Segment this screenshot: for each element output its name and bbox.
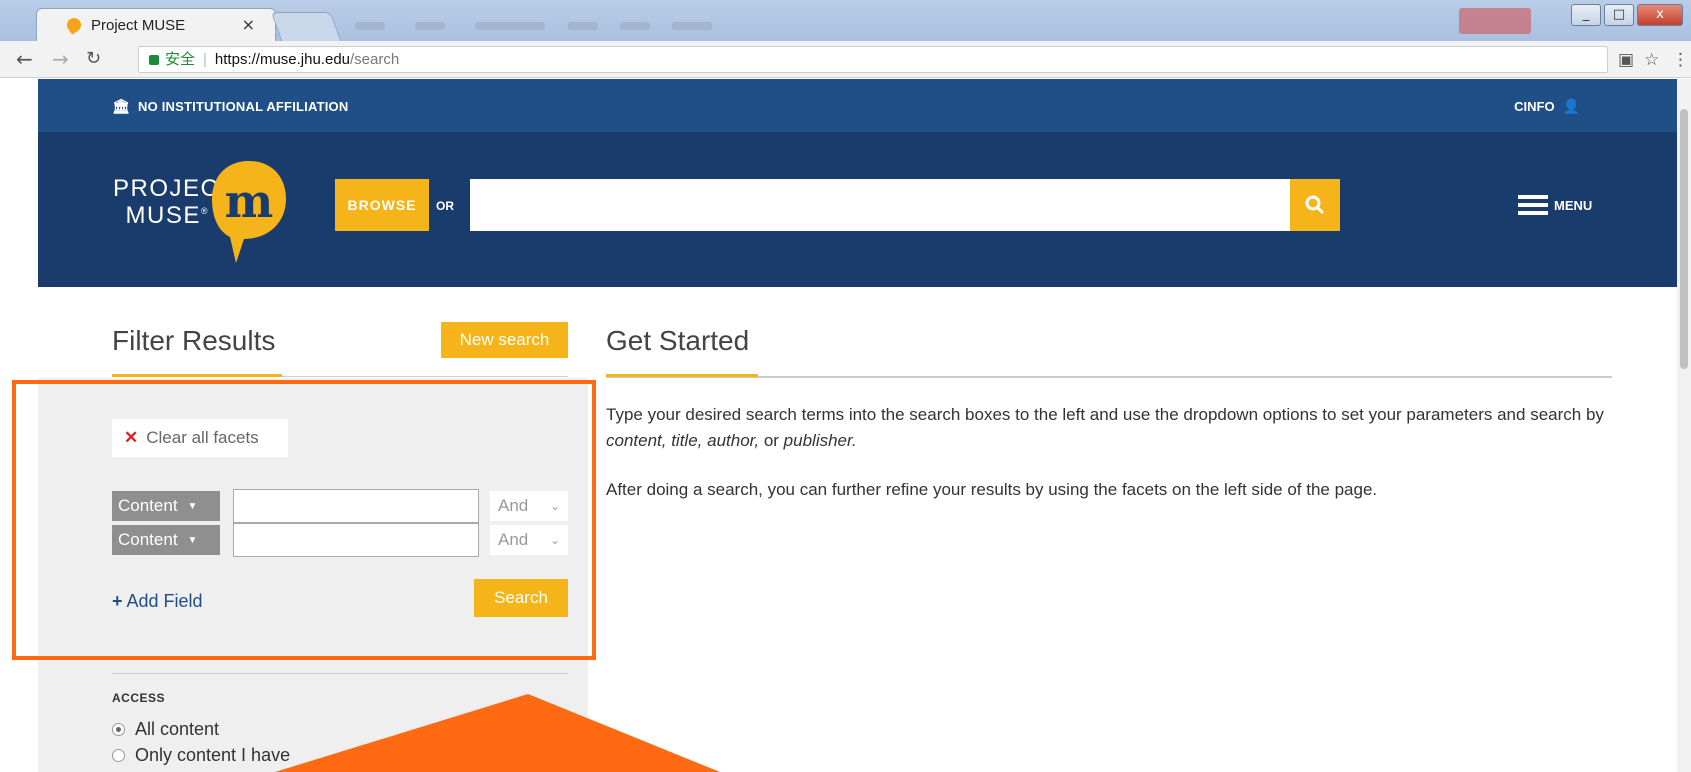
blurred-bookmark: [568, 22, 598, 30]
url-path: /search: [350, 51, 400, 68]
chevron-down-icon: ⌄: [549, 499, 560, 513]
field-operator-label: And: [498, 496, 529, 515]
access-rule: [112, 673, 568, 674]
hamburger-icon: [1518, 195, 1548, 215]
field-type-dropdown[interactable]: Content ▼: [112, 525, 220, 555]
search-field-row: Content ▼ And ⌄: [112, 523, 568, 557]
access-option-label: Only content I have: [135, 745, 291, 765]
radio-selected-icon[interactable]: [112, 723, 125, 736]
access-option-mine[interactable]: Only content I have: [112, 745, 290, 766]
muse-favicon-icon: [64, 15, 84, 35]
blurred-bookmark: [475, 22, 545, 30]
browser-tab[interactable]: Project MUSE ×: [36, 8, 276, 41]
site-masthead: PROJECT MUSE® m BROWSE OR MENU: [38, 132, 1678, 287]
extension-icon[interactable]: ⋮: [1672, 50, 1689, 70]
svg-text:m: m: [225, 174, 274, 228]
page-scrollbar[interactable]: [1677, 79, 1691, 772]
blurred-bookmark: [355, 22, 385, 30]
logo-line-1: PROJECT: [113, 175, 236, 202]
address-bar: ← → ↻ 安全 | https://muse.jhu.edu/search ▣ ☆…: [0, 41, 1691, 78]
access-option-all[interactable]: All content: [112, 719, 219, 740]
new-search-button[interactable]: New search: [441, 322, 568, 358]
caret-down-icon: ▼: [187, 535, 198, 546]
instructions-text: Type your desired search terms into the …: [606, 405, 1604, 424]
clear-all-facets-button[interactable]: ✕ Clear all facets: [112, 419, 288, 457]
field-operator-dropdown[interactable]: And ⌄: [490, 525, 568, 555]
field-type-label: Content: [118, 496, 178, 515]
search-field-row: Content ▼ And ⌄: [112, 489, 568, 523]
search-icon: [1305, 195, 1325, 215]
lock-icon: [149, 55, 159, 65]
maximize-button[interactable]: □: [1604, 4, 1634, 26]
instructions-emphasis: content, title, author,: [606, 431, 760, 450]
field-type-label: Content: [118, 530, 178, 549]
access-option-label: All content: [135, 719, 220, 739]
field-type-dropdown[interactable]: Content ▼: [112, 491, 220, 521]
get-started-underline: [606, 374, 758, 377]
add-field-label: Add Field: [126, 591, 203, 611]
field-operator-dropdown[interactable]: And ⌄: [490, 491, 568, 521]
menu-label: MENU: [1554, 197, 1593, 213]
refine-paragraph: After doing a search, you can further re…: [606, 480, 1378, 499]
search-button[interactable]: Search: [474, 579, 568, 617]
radio-unselected-icon[interactable]: [112, 749, 125, 762]
clear-label: Clear all facets: [146, 428, 259, 447]
close-window-button[interactable]: x: [1637, 4, 1683, 26]
bookmark-star-icon[interactable]: ☆: [1644, 50, 1659, 70]
chevron-down-icon: ⌄: [549, 533, 560, 547]
minimize-button[interactable]: _: [1571, 4, 1601, 26]
secure-label: 安全: [165, 51, 196, 68]
field-term-input[interactable]: [233, 489, 479, 523]
instructions-paragraph: Type your desired search terms into the …: [606, 402, 1616, 454]
plus-icon: +: [112, 591, 123, 611]
window-controls: _ □ x: [1571, 4, 1683, 26]
get-started-title: Get Started: [606, 325, 750, 356]
translate-icon[interactable]: ▣: [1618, 50, 1634, 70]
back-arrow-icon[interactable]: ←: [16, 48, 33, 70]
blurred-bookmark: [620, 22, 650, 30]
user-icon: 👤: [1562, 98, 1580, 114]
url-field[interactable]: 安全 | https://muse.jhu.edu/search: [138, 46, 1608, 73]
muse-logo-icon[interactable]: m: [210, 159, 288, 263]
tab-title: Project MUSE: [91, 16, 186, 34]
scrollbar-thumb[interactable]: [1680, 109, 1688, 369]
logo-line-2: MUSE: [125, 202, 201, 229]
browse-button[interactable]: BROWSE: [335, 179, 429, 231]
url-host: https://muse.jhu.edu: [214, 51, 351, 68]
logo-trademark: ®: [200, 206, 209, 216]
user-label: CINFO: [1514, 99, 1555, 114]
clear-x-icon: ✕: [124, 428, 139, 447]
browser-tab-bar: Project MUSE × _ □ x: [0, 0, 1691, 41]
main-search-button[interactable]: [1290, 179, 1340, 231]
blurred-bookmark: [672, 22, 712, 30]
institution-icon: 🏛: [112, 98, 130, 114]
forward-arrow-icon[interactable]: →: [52, 48, 69, 70]
add-field-link[interactable]: + Add Field: [112, 591, 203, 612]
tab-close-icon[interactable]: ×: [242, 15, 255, 34]
new-tab-button[interactable]: [270, 12, 342, 41]
logo-wordmark[interactable]: PROJECT MUSE®: [113, 175, 236, 229]
institution-link[interactable]: 🏛 NO INSTITUTIONAL AFFILIATION: [112, 98, 348, 115]
blurred-region: [1459, 8, 1531, 34]
user-account-link[interactable]: CINFO 👤: [1514, 98, 1580, 115]
site-top-strip: 🏛 NO INSTITUTIONAL AFFILIATION CINFO 👤: [38, 79, 1678, 132]
or-label: OR: [436, 199, 454, 213]
caret-down-icon: ▼: [187, 501, 198, 512]
url-separator: |: [203, 51, 207, 68]
institution-label: NO INSTITUTIONAL AFFILIATION: [137, 99, 349, 114]
filter-results-title: Filter Results: [112, 325, 276, 356]
reload-icon[interactable]: ↻: [86, 48, 101, 70]
blurred-bookmark: [415, 22, 445, 30]
field-term-input[interactable]: [233, 523, 479, 557]
filter-title-underline: [112, 374, 282, 377]
instructions-emphasis: publisher.: [783, 431, 857, 450]
menu-button[interactable]: MENU: [1518, 195, 1592, 215]
main-search-input[interactable]: [470, 179, 1302, 231]
access-heading: ACCESS: [112, 691, 166, 705]
field-operator-label: And: [498, 530, 529, 549]
instructions-text: or: [759, 431, 784, 450]
